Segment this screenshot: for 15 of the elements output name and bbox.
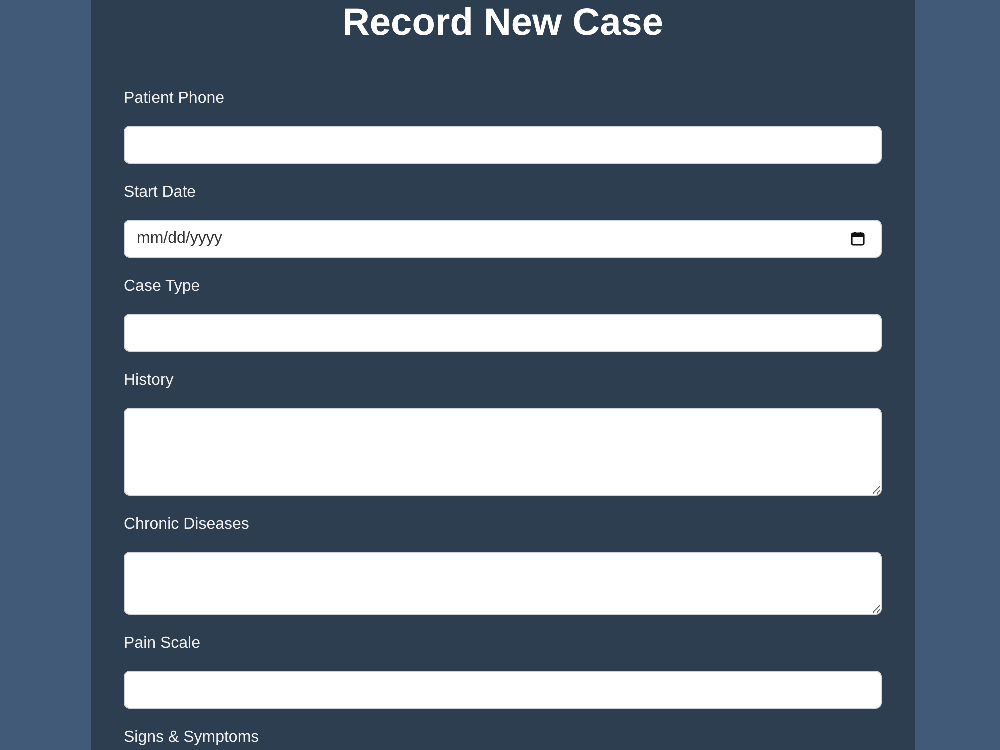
text-input-field[interactable] — [124, 126, 882, 164]
date-input-field[interactable]: mm/dd/yyyy — [124, 220, 882, 258]
field-label: Case Type — [124, 277, 200, 297]
field-label: Pain Scale — [124, 634, 200, 654]
text-input-field[interactable] — [124, 671, 882, 709]
field-label: History — [124, 371, 174, 391]
form-title: Record New Case — [342, 1, 664, 44]
field-label: Patient Phone — [124, 89, 225, 109]
textarea-field[interactable] — [124, 552, 882, 615]
field-label: Chronic Diseases — [124, 515, 250, 535]
calendar-icon[interactable] — [851, 232, 865, 246]
text-input-field[interactable] — [124, 314, 882, 352]
textarea-field[interactable] — [124, 408, 882, 496]
field-label: Signs & Symptoms — [124, 728, 260, 748]
field-label: Start Date — [124, 183, 196, 203]
